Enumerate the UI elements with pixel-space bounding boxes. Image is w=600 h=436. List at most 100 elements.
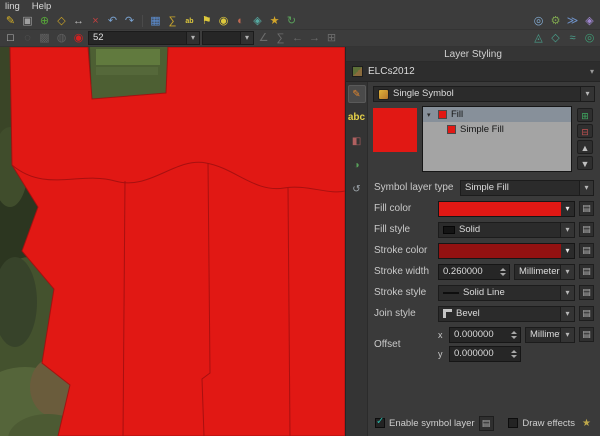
map-canvas[interactable] xyxy=(0,47,345,436)
panel-title[interactable]: Layer Styling xyxy=(346,47,600,62)
offset-y-spinbox[interactable]: 0.000000 xyxy=(449,346,521,362)
draw-effects-checkbox[interactable] xyxy=(508,418,518,428)
digitizing-toolbar: ✎▣⊕◇↔×↶↷ xyxy=(3,14,137,29)
layer-icon xyxy=(352,66,363,77)
symbol-layer-footer: Enable symbol layer Draw effects xyxy=(371,414,597,432)
effects-star-icon[interactable] xyxy=(579,416,594,431)
undo-icon[interactable]: ↶ xyxy=(105,14,120,29)
move-layer-down-icon[interactable]: ▼ xyxy=(577,156,593,170)
search-icon[interactable]: ◎ xyxy=(531,14,546,29)
vertex-tool-icon[interactable]: ◇ xyxy=(54,14,69,29)
chevron-down-icon xyxy=(561,202,574,216)
layer-selector[interactable]: ELCs2012 ▾ xyxy=(346,62,600,82)
offset-x-label: x xyxy=(438,330,445,340)
stroke-color-data-defined-button[interactable] xyxy=(579,243,594,258)
measure-icon[interactable]: ∠ xyxy=(256,31,271,46)
stroke-width-unit-combobox[interactable]: Millimeters xyxy=(514,264,575,280)
processing-toolbox-icon[interactable]: ⚙ xyxy=(548,14,563,29)
enable-symbol-layer-checkbox[interactable] xyxy=(375,418,385,428)
stroke-color-button[interactable] xyxy=(438,243,575,259)
labeling-icon[interactable]: ab xyxy=(182,14,197,29)
cancel-icon[interactable]: ◉ xyxy=(71,31,86,46)
stroke-width-spinbox[interactable]: 0.260000 xyxy=(438,264,510,280)
deselect-all-icon[interactable]: ▩ xyxy=(37,31,52,46)
tree-row-simple-fill[interactable]: Simple Fill xyxy=(423,122,571,137)
stroke-style-data-defined-button[interactable] xyxy=(579,285,594,300)
offset-y-label: y xyxy=(438,349,445,359)
move-feature-icon[interactable]: ↔ xyxy=(71,14,86,29)
renderer-value: Single Symbol xyxy=(393,87,454,101)
cad-tools-icon[interactable]: ◬ xyxy=(531,31,546,46)
field-calculator-icon[interactable]: ∑ xyxy=(165,14,180,29)
menu-item-styling[interactable]: ling xyxy=(5,1,20,12)
refresh-icon[interactable]: ↻ xyxy=(284,14,299,29)
symbol-layer-tree[interactable]: ▾ Fill Simple Fill xyxy=(422,106,572,172)
tree-row-label: Fill xyxy=(451,109,463,120)
new-bookmark-icon[interactable]: ★ xyxy=(267,14,282,29)
enable-data-defined-button[interactable] xyxy=(479,416,494,431)
fill-color-data-defined-button[interactable] xyxy=(579,201,594,216)
remove-symbol-layer-icon[interactable]: ⊟ xyxy=(577,124,593,138)
add-feature-icon[interactable]: ⊕ xyxy=(37,14,52,29)
save-edits-icon[interactable]: ▣ xyxy=(20,14,35,29)
expander-icon[interactable]: ▾ xyxy=(427,111,434,119)
symbol-layer-type-value: Simple Fill xyxy=(465,181,509,195)
symbol-layer-type-combobox[interactable]: Simple Fill xyxy=(460,180,594,196)
renderer-combobox[interactable]: Single Symbol xyxy=(373,86,595,102)
move-layer-up-icon[interactable]: ▲ xyxy=(577,140,593,154)
rotation-combobox[interactable] xyxy=(202,31,254,45)
tab-labels-icon[interactable]: abc xyxy=(348,109,366,127)
fill-style-data-defined-button[interactable] xyxy=(579,222,594,237)
offset-x-spinbox[interactable]: 0.000000 xyxy=(449,327,521,343)
join-style-label: Join style xyxy=(374,308,434,319)
join-style-combobox[interactable]: Bevel xyxy=(438,306,575,322)
new-map-view-icon[interactable]: ⊞ xyxy=(324,31,339,46)
statistics-icon[interactable]: ∑ xyxy=(273,31,288,46)
symbol-preview xyxy=(373,108,417,152)
snapping-icon[interactable]: ◇ xyxy=(548,31,563,46)
diagrams-icon[interactable]: ◐ xyxy=(233,14,248,29)
fill-style-combobox[interactable]: Solid xyxy=(438,222,575,238)
redo-icon[interactable]: ↷ xyxy=(122,14,137,29)
zoom-previous-icon[interactable]: ← xyxy=(290,31,305,46)
stroke-style-combobox[interactable]: Solid Line xyxy=(438,285,575,301)
fill-style-swatch xyxy=(443,226,455,234)
fill-color-button[interactable] xyxy=(438,201,575,217)
select-freehand-icon[interactable]: ◌ xyxy=(20,31,35,46)
pin-labels-icon[interactable]: ⚑ xyxy=(199,14,214,29)
menu-item-help[interactable]: Help xyxy=(32,1,52,12)
tab-diagrams-icon[interactable]: ◑ xyxy=(348,157,366,175)
tab-symbology-icon[interactable]: ✎ xyxy=(348,85,366,103)
fill-swatch xyxy=(438,110,447,119)
attribute-table-icon[interactable]: ▦ xyxy=(148,14,163,29)
offset-data-defined-button[interactable] xyxy=(579,327,594,342)
symbol-layer-type-label: Symbol layer type xyxy=(374,182,456,193)
add-symbol-layer-icon[interactable]: ⊞ xyxy=(577,108,593,122)
tab-masks-icon[interactable]: ◧ xyxy=(348,133,366,151)
simple-fill-swatch xyxy=(447,125,456,134)
tab-history-icon[interactable]: ↺ xyxy=(348,181,366,199)
tree-row-fill[interactable]: ▾ Fill xyxy=(423,107,571,122)
python-console-icon[interactable]: ≫ xyxy=(565,14,580,29)
fill-color-swatch xyxy=(439,202,561,216)
select-features-icon[interactable]: □ xyxy=(3,31,18,46)
zoom-next-icon[interactable]: → xyxy=(307,31,322,46)
offset-unit-combobox[interactable]: Millimeters xyxy=(525,327,575,343)
highlight-labels-icon[interactable]: ◉ xyxy=(216,14,231,29)
metasearch-icon[interactable]: ◎ xyxy=(582,31,597,46)
selection-toolbar: □◌▩◍◉ xyxy=(3,31,86,46)
current-edits-icon[interactable]: ✎ xyxy=(3,14,18,29)
map-nav-toolbar: ∠∑←→⊞ xyxy=(256,31,339,46)
map-tips-icon[interactable]: ◈ xyxy=(250,14,265,29)
scale-combobox[interactable]: 52 xyxy=(88,31,200,45)
select-by-value-icon[interactable]: ◍ xyxy=(54,31,69,46)
elcs2012-polygon xyxy=(10,47,345,436)
stroke-width-data-defined-button[interactable] xyxy=(579,264,594,279)
tracing-icon[interactable]: ≈ xyxy=(565,31,580,46)
join-style-data-defined-button[interactable] xyxy=(579,306,594,321)
plugin-manager-icon[interactable]: ◈ xyxy=(582,14,597,29)
toolbar-row-1: ✎▣⊕◇↔×↶↷ ▦∑ab⚑◉◐◈★↻ ◎⚙≫◈ xyxy=(0,13,600,30)
delete-feature-icon[interactable]: × xyxy=(88,14,103,29)
stroke-color-label: Stroke color xyxy=(374,245,434,256)
draw-effects-label: Draw effects xyxy=(522,418,575,429)
